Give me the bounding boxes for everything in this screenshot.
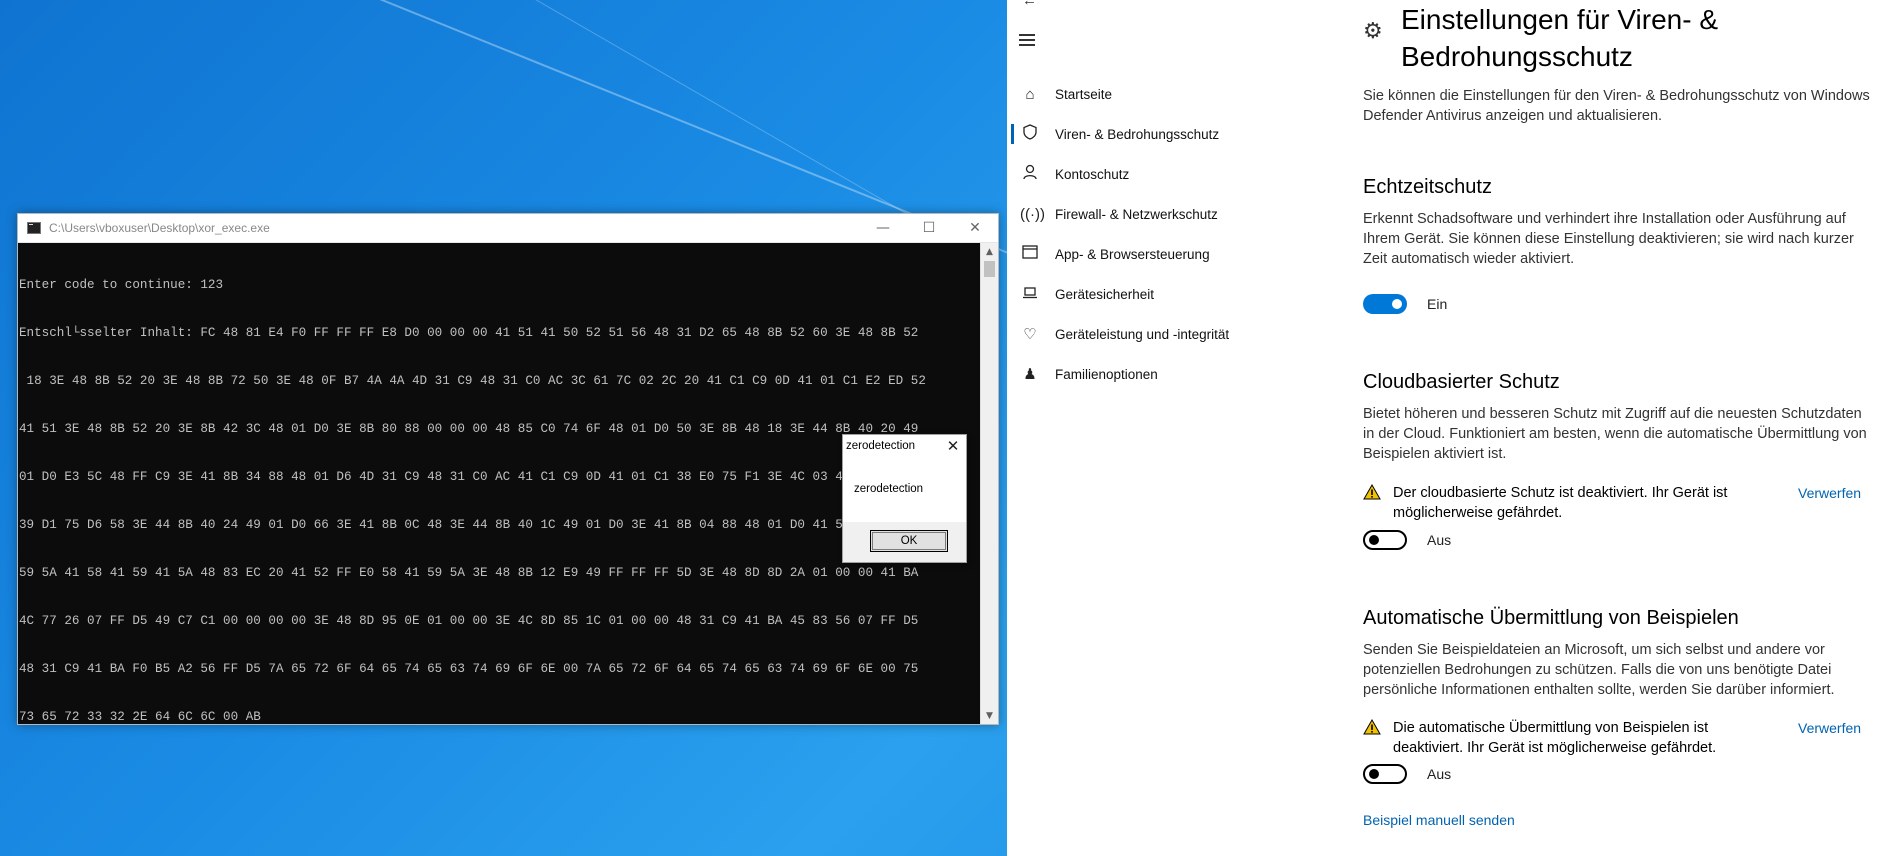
sidebar-item-label: Startseite [1055,86,1113,102]
maximize-button[interactable]: ☐ [906,214,952,242]
console-line: 39 D1 75 D6 58 3E 44 8B 40 24 49 01 D0 6… [19,518,919,532]
cloud-warning-text: Der cloudbasierte Schutz ist deaktiviert… [1393,485,1728,521]
message-box-title: zerodetection [846,440,916,452]
warning-icon [1363,719,1381,735]
cloud-dismiss-link[interactable]: Verwerfen [1798,485,1861,501]
console-line: 41 51 3E 48 8B 52 20 3E 8B 42 3C 48 01 D… [19,422,919,436]
sidebar-item-geraetesicherheit[interactable]: Gerätesicherheit [1007,274,1307,314]
sidebar-item-familienoptionen[interactable]: ♟ Familienoptionen [1007,354,1307,394]
person-icon [1020,164,1040,184]
sidebar-item-label: App- & Browsersteuerung [1055,246,1210,262]
manual-submit-link[interactable]: Beispiel manuell senden [1363,812,1515,828]
cloud-toggle[interactable] [1363,530,1407,550]
sidebar-item-label: Familienoptionen [1055,366,1158,382]
scroll-up-arrow-icon[interactable]: ▲ [981,243,998,260]
samples-description: Senden Sie Beispieldateien an Microsoft,… [1363,642,1835,698]
sidebar-item-firewall[interactable]: ((·)) Firewall- & Netzwerkschutz [1007,194,1307,234]
family-icon: ♟ [1023,366,1037,383]
heart-icon: ♡ [1023,326,1037,343]
minimize-button[interactable]: — [860,214,906,242]
sidebar-item-label: Kontoschutz [1055,166,1130,182]
scroll-down-arrow-icon[interactable]: ▼ [981,707,998,724]
ok-button[interactable]: OK [870,530,948,552]
console-scrollbar[interactable]: ▲ ▼ [980,243,998,724]
close-button[interactable]: ✕ [952,214,998,242]
sidebar-item-app-browser[interactable]: App- & Browsersteuerung [1007,234,1307,274]
hamburger-menu-icon[interactable] [1019,34,1035,46]
sidebar-item-label: Geräteleistung und -integrität [1055,326,1230,342]
console-line: 48 31 C9 41 BA F0 B5 A2 56 FF D5 7A 65 7… [19,662,919,676]
console-titlebar[interactable]: C:\Users\vboxuser\Desktop\xor_exec.exe —… [18,214,998,243]
console-app-icon [27,222,41,234]
intro-text: Sie können die Einstellungen für den Vir… [1363,88,1870,124]
section-heading-samples: Automatische Übermittlung von Beispielen [1363,607,1739,629]
realtime-toggle-label: Ein [1427,296,1448,312]
console-output[interactable]: Enter code to continue: 123 Entschl└ssel… [18,243,980,724]
console-line: 59 5A 41 58 41 59 41 5A 48 83 EC 20 41 5… [19,566,919,580]
message-box-dialog[interactable]: zerodetection ✕ zerodetection OK [842,434,967,563]
samples-toggle-label: Aus [1427,766,1452,782]
sidebar-item-label: Viren- & Bedrohungsschutz [1055,126,1220,142]
samples-toggle[interactable] [1363,764,1407,784]
shield-icon [1020,124,1040,144]
console-line: 01 D0 E3 5C 48 FF C9 3E 41 8B 34 88 48 0… [19,470,919,484]
laptop-icon [1020,286,1040,303]
message-box-text: zerodetection [854,483,924,495]
antenna-icon: ((·)) [1020,205,1045,223]
gear-icon: ⚙ [1363,18,1383,43]
windows-security-window: ← ⌂ Startseite Viren- & Bedrohungsschutz… [1007,0,1896,856]
sidebar-item-geraeteleistung[interactable]: ♡ Geräteleistung und -integrität [1007,314,1307,354]
sidebar-item-label: Firewall- & Netzwerkschutz [1055,206,1218,222]
console-line: 4C 77 26 07 FF D5 49 C7 C1 00 00 00 00 3… [19,614,919,628]
cloud-toggle-label: Aus [1427,532,1452,548]
close-icon[interactable]: ✕ [944,437,962,455]
console-line: 73 65 72 33 32 2E 64 6C 6C 00 AB [19,710,261,724]
page-title: Einstellungen für Viren- & Bedrohungssch… [1401,4,1718,72]
sidebar-item-kontoschutz[interactable]: Kontoschutz [1007,154,1307,194]
samples-dismiss-link[interactable]: Verwerfen [1798,720,1861,736]
console-title: C:\Users\vboxuser\Desktop\xor_exec.exe [49,221,270,235]
sidebar-item-startseite[interactable]: ⌂ Startseite [1007,74,1307,114]
console-line: Enter code to continue: 123 [19,278,224,292]
console-line: 18 3E 48 8B 52 20 3E 48 8B 72 50 3E 48 0… [19,374,926,388]
home-icon: ⌂ [1025,85,1035,103]
console-line: Entschl└sselter Inhalt: FC 48 81 E4 F0 F… [19,326,919,340]
sidebar-nav: ⌂ Startseite Viren- & Bedrohungsschutz K… [1007,74,1307,394]
sidebar-item-label: Gerätesicherheit [1055,286,1155,302]
realtime-toggle[interactable] [1363,294,1407,314]
sidebar-item-viren-bedrohungsschutz[interactable]: Viren- & Bedrohungsschutz [1007,114,1307,154]
back-arrow-icon[interactable]: ← [1022,0,1037,9]
section-heading-realtime: Echtzeitschutz [1363,176,1492,198]
samples-warning-text: Die automatische Übermittlung von Beispi… [1393,720,1717,756]
section-heading-cloud: Cloudbasierter Schutz [1363,371,1560,393]
realtime-description: Erkennt Schadsoftware und verhindert ihr… [1363,211,1854,267]
browser-icon [1020,245,1040,263]
cloud-description: Bietet höheren und besseren Schutz mit Z… [1363,406,1867,462]
scroll-thumb[interactable] [984,261,995,277]
warning-icon [1363,484,1381,500]
